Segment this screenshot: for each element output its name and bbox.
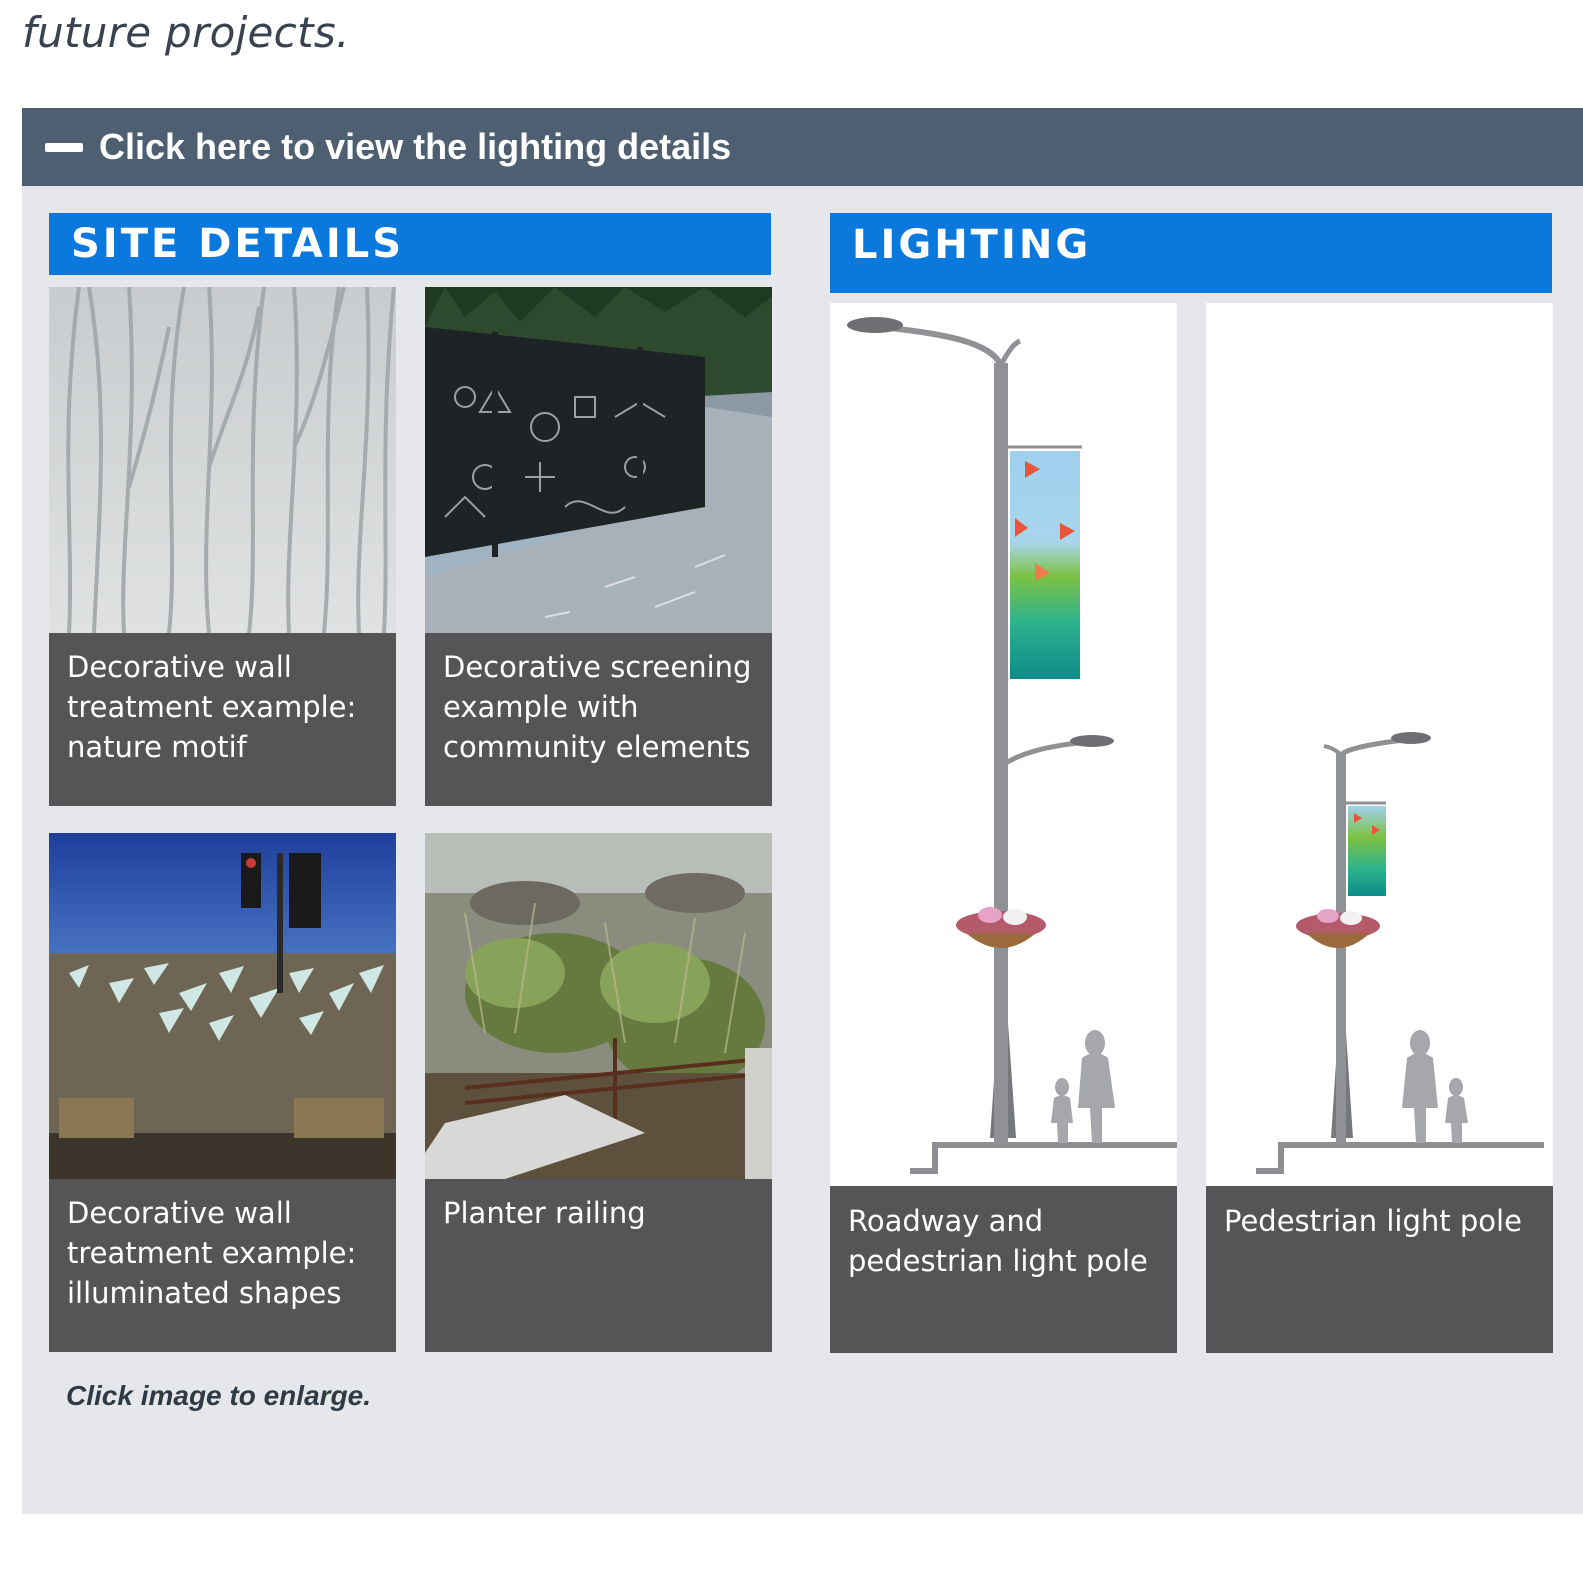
enlarge-hint: Click image to enlarge. — [66, 1380, 371, 1411]
intro-text: future projects. — [22, 8, 350, 57]
lighting-accordion: Click here to view the lighting details … — [22, 108, 1583, 1514]
roadway-pole-image[interactable] — [830, 303, 1177, 1186]
site-card-screening[interactable]: Decorative screening example with commun… — [425, 287, 772, 806]
site-card-illuminated-wall[interactable]: Decorative wall treatment example: illum… — [49, 833, 396, 1352]
lighting-heading: LIGHTING — [830, 213, 1552, 293]
nature-wall-image[interactable] — [49, 287, 396, 633]
pedestrian-pole-image[interactable] — [1206, 303, 1553, 1186]
card-caption: Decorative wall treatment example: natur… — [67, 650, 357, 764]
card-caption: Decorative screening example with commun… — [443, 650, 752, 764]
minus-icon[interactable] — [45, 142, 83, 152]
lighting-card-pedestrian-pole[interactable]: Pedestrian light pole — [1206, 303, 1553, 1353]
card-caption: Pedestrian light pole — [1224, 1204, 1522, 1238]
site-card-planter-railing[interactable]: Planter railing — [425, 833, 772, 1352]
card-caption: Decorative wall treatment example: illum… — [67, 1196, 357, 1310]
accordion-title[interactable]: Click here to view the lighting details — [99, 126, 731, 168]
site-details-heading: SITE DETAILS — [49, 213, 771, 275]
planter-railing-image[interactable] — [425, 833, 772, 1179]
site-card-nature-wall[interactable]: Decorative wall treatment example: natur… — [49, 287, 396, 806]
card-caption: Planter railing — [443, 1196, 646, 1230]
illuminated-wall-image[interactable] — [49, 833, 396, 1179]
lighting-card-roadway-pole[interactable]: Roadway and pedestrian light pole — [830, 303, 1177, 1353]
screening-image[interactable] — [425, 287, 772, 633]
accordion-toggle[interactable]: Click here to view the lighting details — [22, 108, 1583, 186]
card-caption: Roadway and pedestrian light pole — [848, 1204, 1148, 1278]
